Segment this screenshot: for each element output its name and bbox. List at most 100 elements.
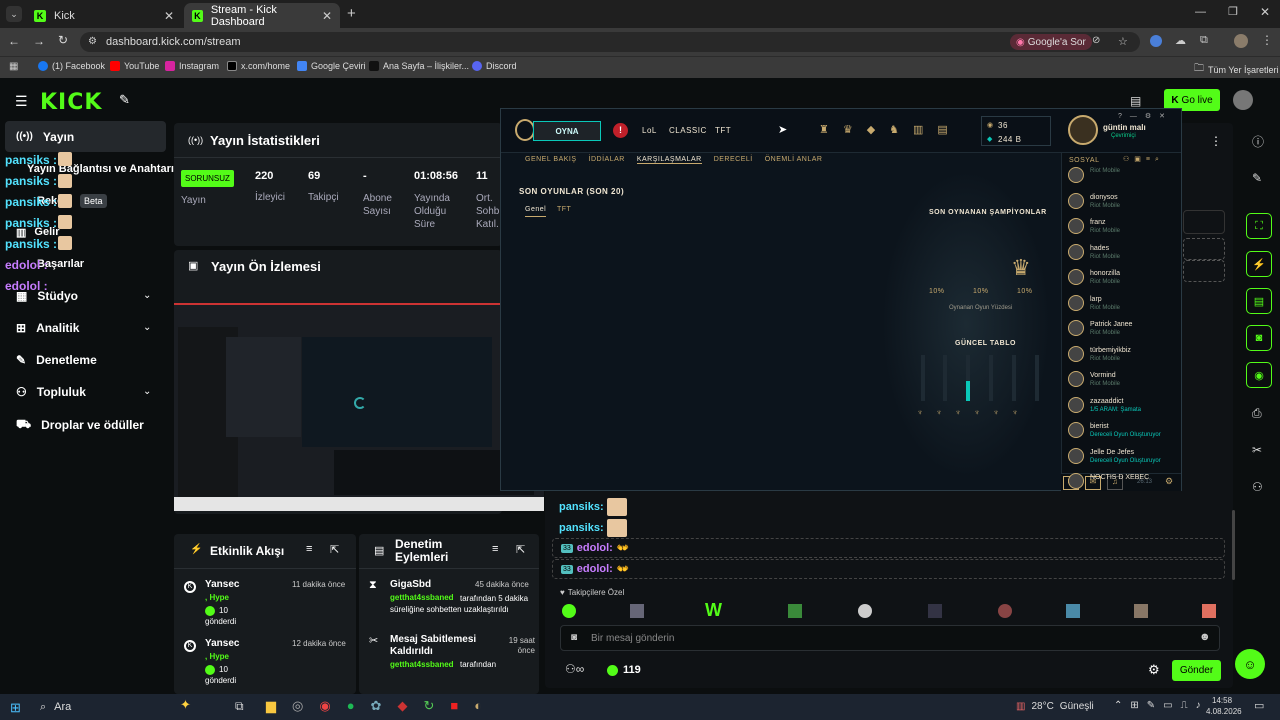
mode-tft[interactable]: TFT	[715, 126, 731, 135]
mode-lol[interactable]: LoL	[642, 126, 657, 135]
friend-item[interactable]: bierist Dereceli Oyun Oluşturuyor	[1068, 422, 1161, 439]
scrollbar[interactable]	[1232, 510, 1235, 580]
emote-icon[interactable]	[998, 604, 1012, 618]
app-icon[interactable]: ↻	[423, 698, 434, 714]
bookmark-translate[interactable]: Google Çeviri	[297, 61, 366, 71]
tool-icon[interactable]: ✂	[1252, 443, 1262, 457]
social-icons[interactable]: ⚇▣≡⌕	[1123, 155, 1164, 164]
friend-item[interactable]: larp Riot Mobile	[1068, 294, 1120, 312]
tab-kick[interactable]: K Kick ✕	[26, 3, 182, 28]
emote-icon[interactable]	[858, 604, 872, 618]
profile-icon[interactable]	[1068, 115, 1098, 145]
game-nav-icons[interactable]: ♜♛◆♞▥▤	[819, 123, 962, 136]
address-bar[interactable]: ⚙ dashboard.kick.com/stream ◉ Google'a So…	[80, 32, 1140, 52]
site-info-icon[interactable]: ⚙	[88, 36, 97, 47]
app-icon[interactable]: ◆	[397, 698, 407, 714]
app-icon[interactable]: ✿	[371, 698, 382, 714]
user-avatar[interactable]	[1233, 90, 1253, 110]
friend-item[interactable]: Riot Mobile	[1068, 167, 1120, 183]
star-icon[interactable]: ☆	[1118, 35, 1128, 48]
kick-logo[interactable]: KICK	[40, 90, 102, 115]
sidebar-item-analitik[interactable]: ⊞ Analitik	[16, 321, 79, 335]
play-button[interactable]: OYNA	[533, 121, 601, 141]
stream-preview-video[interactable]	[174, 303, 544, 511]
emoji-icon[interactable]: ☻	[1199, 631, 1211, 643]
puzzle-icon[interactable]: ⧉	[1200, 34, 1208, 47]
users-icon[interactable]: ⚇	[1252, 480, 1263, 494]
close-tab-icon[interactable]: ✕	[322, 9, 332, 23]
friend-item[interactable]: Vormind Riot Mobile	[1068, 371, 1120, 388]
maximize-icon[interactable]: ❐	[1228, 5, 1238, 18]
filter-icon[interactable]: ≡	[306, 543, 312, 555]
hamburger-menu-icon[interactable]: ☰	[15, 93, 28, 110]
profile-avatar[interactable]	[1234, 34, 1248, 48]
send-button[interactable]: Gönder	[1172, 660, 1221, 681]
tab-dashboard[interactable]: K Stream - Kick Dashboard ✕	[184, 3, 340, 28]
spotify-icon[interactable]: ●	[347, 698, 355, 714]
chat-button[interactable]: ◙	[1246, 325, 1272, 351]
emote-icon[interactable]	[1202, 604, 1216, 618]
windows-start-icon[interactable]: ⊞	[10, 700, 21, 716]
subnav-overview[interactable]: GENEL BAKIŞ	[525, 156, 577, 164]
info-icon[interactable]: ⓘ	[1252, 133, 1264, 150]
friend-item[interactable]: zazaaddict 1/5 ARAM: Şamata	[1068, 396, 1141, 414]
bookmark-home[interactable]: Ana Sayfa – İlişkiler...	[369, 61, 469, 71]
popout-icon[interactable]: ⇱	[330, 543, 339, 556]
clipboard-button[interactable]: ▤	[1246, 288, 1272, 314]
extension-icon[interactable]	[1150, 35, 1162, 47]
chevron-down-icon[interactable]: ⌄	[143, 322, 151, 333]
subnav-highlights[interactable]: ÖNEMLİ ANLAR	[765, 156, 823, 164]
alert-icon[interactable]: !	[613, 123, 628, 138]
infinity-icon[interactable]: ⚇∞	[565, 662, 584, 676]
bookmark-x[interactable]: x.com/home	[227, 61, 290, 71]
fullscreen-button[interactable]: ⛶	[1246, 213, 1272, 239]
bolt-button[interactable]: ⚡	[1246, 251, 1272, 277]
subnav-ranked[interactable]: DERECELİ	[714, 156, 753, 164]
apps-icon[interactable]: ▦	[9, 61, 18, 72]
w-emote-icon[interactable]: W	[705, 600, 722, 621]
recent-tab-tft[interactable]: TFT	[557, 206, 571, 213]
game-client-window[interactable]: OYNA ! LoL CLASSIC TFT ➤ ♜♛◆♞▥▤ 36 244 B…	[500, 108, 1182, 491]
calendar-icon[interactable]: ▤	[1130, 94, 1141, 108]
emote-icon[interactable]	[1066, 604, 1080, 618]
chat-username[interactable]: edolol:	[577, 563, 613, 575]
sidebar-item-droplar[interactable]: ⛟ Droplar ve ödüller	[16, 417, 144, 433]
chat-username[interactable]: pansiks:	[559, 501, 604, 513]
bookmark-youtube[interactable]: YouTube	[110, 61, 159, 71]
lol-icon[interactable]: ◐	[474, 698, 482, 714]
close-tab-icon[interactable]: ✕	[164, 9, 174, 23]
chevron-down-icon[interactable]: ⌄	[143, 290, 151, 301]
mode-classic[interactable]: CLASSIC	[669, 126, 707, 135]
minimize-icon[interactable]: —	[1195, 6, 1206, 18]
menu-icon[interactable]: ⋮	[1261, 33, 1273, 47]
bookmark-facebook[interactable]: (1) Facebook	[38, 61, 105, 71]
emote-row[interactable]: W	[562, 600, 1222, 621]
forward-icon[interactable]: →	[33, 34, 45, 48]
chat-username[interactable]: edolol:	[577, 542, 613, 554]
pin-icon[interactable]: ✎	[119, 92, 130, 108]
friend-item[interactable]: Jelle De Jefes Dereceli Oyun Oluşturuyor	[1068, 447, 1161, 465]
popout-icon[interactable]: ⇱	[516, 543, 525, 556]
app-icon[interactable]: ◎	[292, 698, 303, 714]
bookmark-instagram[interactable]: Instagram	[165, 61, 219, 71]
friend-item[interactable]: Patrick Janee Riot Mobile	[1068, 320, 1132, 337]
printer-icon[interactable]: ⎙	[1252, 406, 1262, 421]
filter-icon[interactable]: ≡	[492, 543, 498, 555]
back-icon[interactable]: ←	[8, 34, 20, 48]
new-tab-button[interactable]: +	[347, 5, 356, 22]
tray-icons[interactable]: ⌃⊞✎▭⎍♪	[1114, 700, 1209, 711]
google-ask-button[interactable]: ◉ Google'a Sor	[1010, 34, 1092, 50]
bookmark-discord[interactable]: Discord	[472, 61, 517, 71]
reload-icon[interactable]: ↻	[58, 33, 68, 47]
cloud-icon[interactable]: ☁	[1175, 34, 1186, 47]
emote-icon[interactable]	[562, 604, 576, 618]
settings-icon[interactable]: ⚙	[1165, 476, 1173, 487]
friend-item[interactable]: NOCTIS D XEBEC	[1068, 473, 1149, 489]
weather-widget[interactable]: ▥ 28°C Güneşli	[1016, 701, 1094, 712]
chat-settings-icon[interactable]: ⚙	[1148, 662, 1160, 678]
tab-list-button[interactable]: ⌄	[6, 6, 22, 22]
support-button[interactable]: ☺	[1235, 649, 1265, 679]
more-options-icon[interactable]: ⋮	[1210, 134, 1222, 148]
eye-off-icon[interactable]: ⊘	[1092, 35, 1100, 46]
friend-item[interactable]: hades Riot Mobile	[1068, 243, 1120, 261]
